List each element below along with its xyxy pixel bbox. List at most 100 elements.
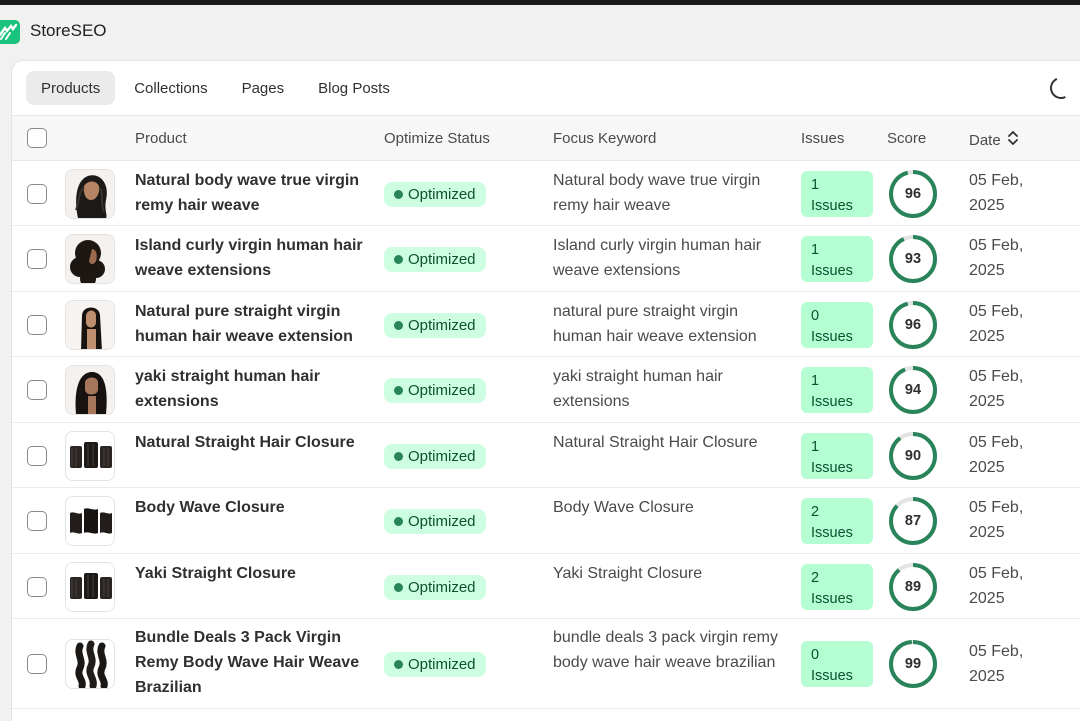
focus-keyword-text: Body Wave Closure [553, 499, 694, 516]
issues-badge[interactable]: 2 Issues [801, 563, 873, 610]
table-row[interactable]: Natural Straight Hair Closure Optimized Na… [12, 423, 1080, 488]
table-row[interactable]: yaki straight human hair extensions Optim… [12, 357, 1080, 423]
row-checkbox[interactable] [27, 445, 47, 466]
focus-keyword-text: Natural Straight Hair Closure [553, 434, 758, 451]
row-checkbox[interactable] [27, 511, 47, 531]
status-label: Optimized [408, 185, 476, 203]
product-name-link[interactable]: Natural pure straight virgin human hair … [135, 299, 375, 349]
app-title: StoreSEO [30, 21, 107, 40]
date-line-2: 2025 [969, 262, 1005, 279]
seo-score-ring: 87 [887, 495, 939, 547]
optimize-status-badge: Optimized [384, 574, 486, 600]
issues-label: Issues [811, 590, 853, 607]
date-line-2: 2025 [969, 197, 1005, 214]
product-name-link[interactable]: yaki straight human hair extensions [135, 364, 375, 414]
optimize-status-badge: Optimized [384, 181, 486, 207]
optimize-status-badge: Optimized [384, 247, 486, 272]
issues-count: 1 [811, 438, 820, 455]
date-text: 05 Feb, 2025 [969, 364, 1079, 414]
select-all-checkbox[interactable] [27, 128, 47, 148]
date-line-2: 2025 [969, 590, 1005, 607]
table-row[interactable]: Natural body wave true virgin remy hair … [12, 161, 1080, 226]
row-checkbox[interactable] [27, 183, 47, 204]
table-row[interactable]: Natural pure straight virgin human hair … [12, 292, 1080, 357]
product-name-link[interactable]: Yaki Straight Closure [135, 561, 375, 586]
status-dot [394, 517, 403, 526]
tab-blog-posts[interactable]: Blog Posts [303, 71, 405, 105]
date-text: 05 Feb, 2025 [969, 495, 1079, 545]
issues-label: Issues [811, 197, 853, 214]
issues-count: 2 [811, 569, 820, 586]
product-name-link[interactable]: Island curly virgin human hair weave ext… [135, 233, 375, 283]
date-line-2: 2025 [969, 393, 1005, 410]
seo-score-ring: 89 [887, 561, 939, 613]
issues-badge[interactable]: 1 Issues [801, 170, 873, 217]
issues-label: Issues [811, 394, 853, 410]
issues-badge[interactable]: 0 Issues [801, 641, 873, 687]
date-text: 05 Feb, 2025 [969, 233, 1079, 283]
date-line-1: 05 Feb, [969, 643, 1024, 660]
tab-products[interactable]: Products [26, 71, 116, 105]
row-checkbox[interactable] [27, 576, 47, 597]
product-thumbnail [65, 639, 115, 689]
issues-badge[interactable]: 1 Issues [801, 236, 873, 282]
seo-score-value: 94 [904, 382, 922, 398]
issues-count: 0 [811, 307, 820, 324]
status-label: Optimized [408, 251, 476, 268]
date-line-1: 05 Feb, [969, 565, 1024, 582]
issues-count: 0 [811, 647, 820, 663]
seo-score-ring: 90 [887, 430, 939, 482]
status-dot [394, 660, 403, 669]
row-checkbox[interactable] [27, 314, 47, 335]
status-dot [394, 189, 403, 199]
issues-label: Issues [811, 328, 853, 345]
status-label: Optimized [408, 513, 476, 530]
product-name-link[interactable]: Body Wave Closure [135, 495, 375, 520]
date-text: 05 Feb, 2025 [969, 430, 1079, 480]
table-row[interactable]: Island curly virgin human hair weave ext… [12, 226, 1080, 292]
table-row[interactable]: Bundle Deals 3 Pack Virgin Remy Body Wav… [12, 619, 1080, 709]
seo-score-ring: 96 [887, 168, 939, 220]
product-thumbnail [65, 561, 115, 612]
status-label: Optimized [408, 382, 476, 399]
focus-keyword-text: Island curly virgin human hair weave ext… [553, 237, 762, 279]
status-label: Optimized [408, 316, 476, 334]
table-row[interactable]: Body Wave Closure Optimized Body Wave Clos… [12, 488, 1080, 554]
issues-count: 2 [811, 504, 820, 520]
date-header-label: Date [969, 131, 1001, 149]
storeseo-logo-icon [0, 20, 20, 44]
seo-score-value: 87 [904, 513, 922, 529]
issues-label: Issues [811, 525, 853, 541]
product-name-link[interactable]: Natural body wave true virgin remy hair … [135, 168, 375, 218]
product-thumbnail [65, 365, 115, 415]
issues-label: Issues [811, 459, 853, 476]
issues-badge[interactable]: 2 Issues [801, 498, 873, 544]
date-line-2: 2025 [969, 459, 1005, 476]
tab-collections[interactable]: Collections [119, 71, 222, 105]
product-thumbnail [65, 299, 115, 350]
date-line-1: 05 Feb, [969, 434, 1024, 451]
date-line-1: 05 Feb, [969, 237, 1024, 254]
row-checkbox[interactable] [27, 654, 47, 674]
table-header: Product Optimize Status Focus Keyword Is… [12, 115, 1080, 161]
issues-badge[interactable]: 0 Issues [801, 301, 873, 348]
table-row[interactable]: Yaki Straight Closure Optimized Yaki Strai… [12, 554, 1080, 619]
row-checkbox[interactable] [27, 380, 47, 400]
status-dot [394, 255, 403, 264]
issues-count: 1 [811, 373, 820, 389]
product-name-link[interactable]: Bundle Deals 3 Pack Virgin Remy Body Wav… [135, 625, 375, 700]
seo-score-value: 90 [904, 447, 922, 464]
row-checkbox[interactable] [27, 249, 47, 269]
status-dot [394, 582, 403, 592]
column-header-date[interactable]: Date [969, 130, 1019, 150]
optimize-status-badge: Optimized [384, 378, 486, 403]
tab-pages[interactable]: Pages [227, 71, 300, 105]
product-thumbnail [65, 496, 115, 546]
issues-badge[interactable]: 1 Issues [801, 367, 873, 413]
focus-keyword-text: bundle deals 3 pack virgin remy body wav… [553, 629, 779, 671]
focus-keyword-text: Yaki Straight Closure [553, 565, 703, 582]
focus-keyword-text: Natural body wave true virgin remy hair … [553, 172, 761, 214]
issues-badge[interactable]: 1 Issues [801, 432, 873, 479]
product-name-link[interactable]: Natural Straight Hair Closure [135, 430, 375, 455]
seo-score-value: 89 [904, 578, 922, 595]
